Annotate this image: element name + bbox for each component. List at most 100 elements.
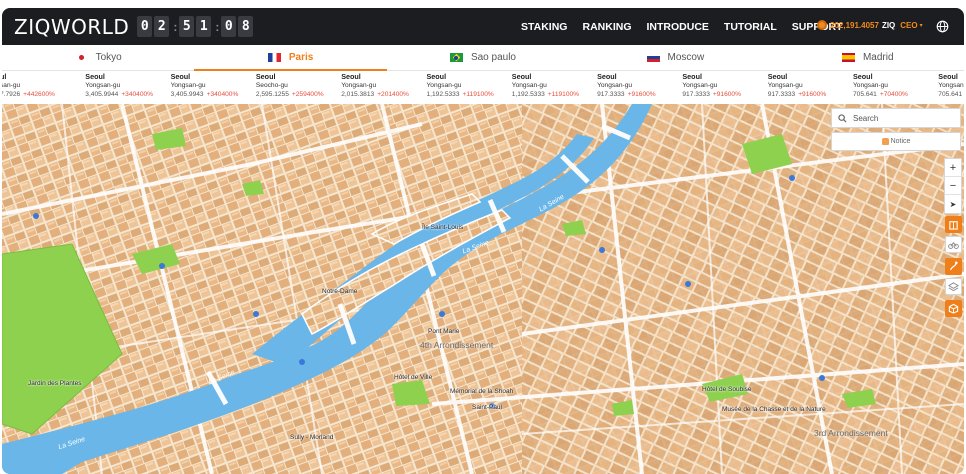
ticker-item[interactable]: Seoul Yongsan-gu 917.3333 +91600%: [682, 72, 767, 100]
ticker-price-row: 1,192.5333 +119100%: [427, 91, 512, 100]
compass-button[interactable]: ➤: [945, 195, 961, 213]
logo[interactable]: ZIQWORLD: [14, 15, 129, 39]
zoom-out-button[interactable]: −: [945, 177, 961, 195]
ticker-price: 2,595.1255: [255, 90, 289, 98]
map-canvas[interactable]: [2, 104, 964, 474]
ticker-item[interactable]: Seoul Yongsan-gu 2,015.3813 +201400%: [341, 72, 426, 100]
ticker-change: +119100%: [547, 90, 580, 98]
balance-unit: ZIQ: [881, 20, 896, 30]
nav-ranking[interactable]: RANKING: [582, 21, 631, 33]
france-flag-icon: [267, 53, 281, 62]
city-tabs: Tokyo Paris Sao paulo Moscow Madrid: [2, 45, 964, 71]
nav-staking[interactable]: STAKING: [521, 21, 567, 33]
ticker-item[interactable]: Seoul Yongsan-gu 705.641 +70400%: [853, 72, 938, 99]
zoom-controls: + − ➤: [944, 158, 962, 214]
ticker-city: Seoul: [511, 72, 532, 81]
building-tool-button[interactable]: [945, 216, 962, 233]
tab-sao-paulo[interactable]: Sao paulo: [387, 45, 579, 70]
ticker-price-row: 917.3333 +91600%: [682, 91, 767, 100]
timer-digit: 0: [137, 16, 153, 37]
search-placeholder: Search: [853, 113, 879, 123]
layers-tool-button[interactable]: [945, 278, 962, 295]
timer-digit: 2: [154, 16, 170, 37]
ticker-change: +201400%: [377, 90, 409, 98]
ticker-change: +340400%: [206, 90, 239, 98]
map-label-pont-marie: Pont Marie: [428, 328, 460, 335]
ticker-price-row: 705.641: [938, 91, 964, 100]
tab-label: Sao paulo: [470, 52, 516, 63]
map-view[interactable]: 4th Arrondissement 3rd Arrondissement La…: [2, 104, 964, 474]
nav-introduce[interactable]: INTRODUCE: [646, 21, 708, 33]
nav-tutorial[interactable]: TUTORIAL: [724, 21, 777, 33]
ticker-district: Yongsan-gu: [853, 81, 888, 89]
zoom-in-button[interactable]: +: [945, 159, 961, 177]
ticker-district: Yongsan-gu: [426, 81, 462, 89]
app-window: ZIQWORLD 0 2 : 5 1 : 0 8 STAKING RANKING…: [2, 8, 964, 474]
ticker-item[interactable]: Seoul Yongsan-gu 917.3333 +91600%: [767, 72, 853, 99]
ticker-item[interactable]: Seoul Yongsan-gu 1,192.5333 +119100%: [426, 72, 512, 100]
search-icon: [838, 113, 847, 123]
route-tool-button[interactable]: [945, 258, 962, 275]
ticker-district: san-gu: [2, 81, 21, 89]
ticker-change: +91600%: [798, 90, 827, 98]
ticker-price: 705.641: [853, 90, 877, 98]
bicycle-icon: [948, 241, 959, 249]
ticker-city: Seoul: [85, 72, 105, 81]
map-label-notre-dame: Notre-Dame: [322, 288, 358, 295]
map-label-musee-chasse: Musée de la Chasse et de la Nature: [722, 406, 826, 413]
ticker-city: Seoul: [341, 72, 361, 81]
ticker-change: +70400%: [879, 90, 908, 98]
ticker-price-row: 2,015.3813 +201400%: [341, 91, 426, 100]
building-icon: [949, 221, 958, 230]
tab-paris[interactable]: Paris: [194, 45, 388, 71]
ticker-item[interactable]: Seoul Seocho-gu 2,595.1255 +259400%: [255, 72, 341, 99]
ticker-city: Seoul: [767, 72, 788, 81]
map-label-hotel-soubise: Hôtel de Soubise: [702, 386, 752, 393]
ticker-price-row: 3,405.9944 +340400%: [85, 91, 170, 100]
ticker-district: Yongsan-gu: [341, 81, 377, 89]
main-nav: STAKING RANKING INTRODUCE TUTORIAL SUPPO…: [521, 8, 858, 45]
tab-tokyo[interactable]: Tokyo: [2, 45, 194, 70]
map-label-sully: Sully - Morland: [290, 434, 334, 441]
map-label-hotel-de-ville: Hôtel de Ville: [394, 374, 433, 381]
timer-digit: 5: [179, 16, 195, 37]
map-label-memorial: Mémorial de la Shoah: [450, 388, 514, 395]
cube-icon: [948, 303, 959, 314]
ticker-change: +91600%: [627, 90, 656, 98]
ticker-item[interactable]: SeoulYongsan-gu705.641: [938, 72, 964, 100]
wallet-balance[interactable]: 202,191.4057 ZIQ CEO ▾: [817, 20, 923, 30]
globe-icon[interactable]: [936, 20, 949, 33]
tab-label: Paris: [288, 52, 314, 63]
ticker-city: Seoul: [853, 72, 873, 81]
ticker-district: Seocho-gu: [255, 81, 288, 89]
map-search-input[interactable]: Search: [831, 108, 961, 128]
ticker-price: 1,192.5333: [426, 90, 460, 98]
ticker-item[interactable]: ul san-gu 7.7926 +442600%: [2, 72, 85, 99]
japan-flag-icon: [74, 53, 88, 62]
cube-tool-button[interactable]: [945, 300, 962, 317]
ticker-price: 917.3333: [767, 90, 796, 98]
ticker-price-row: 3,405.9943 +340400%: [171, 91, 256, 100]
ticker-city: Seoul: [682, 72, 702, 81]
coin-icon: [817, 20, 827, 30]
rank-dropdown[interactable]: CEO: [900, 21, 917, 30]
layers-icon: [948, 282, 959, 292]
map-label-saint-paul: Saint-Paul: [472, 404, 502, 411]
ticker-price: 705.641: [938, 90, 963, 98]
tab-madrid[interactable]: Madrid: [772, 45, 964, 70]
ticker-city: Seoul: [426, 72, 447, 81]
ticker-change: +340400%: [121, 90, 154, 98]
ticker-item[interactable]: Seoul Yongsan-gu 3,405.9943 +340400%: [171, 72, 256, 100]
ticker-item[interactable]: Seoul Yongsan-gu 3,405.9944 +340400%: [85, 72, 170, 100]
timer-digit: 0: [221, 16, 237, 37]
tab-label: Tokyo: [95, 52, 122, 63]
ticker-item[interactable]: Seoul Yongsan-gu 917.3333 +91600%: [597, 72, 682, 99]
tab-moscow[interactable]: Moscow: [579, 45, 771, 70]
ticker-item[interactable]: Seoul Yongsan-gu 1,192.5333 +119100%: [511, 72, 597, 99]
map-label-jardin: Jardin des Plantes: [28, 380, 82, 387]
timer-digit: 8: [238, 16, 254, 37]
ticker-district: Yongsan-gu: [85, 81, 121, 89]
bell-icon: [881, 138, 889, 145]
bicycle-tool-button[interactable]: [945, 236, 962, 253]
notice-button[interactable]: Notice: [831, 132, 961, 151]
